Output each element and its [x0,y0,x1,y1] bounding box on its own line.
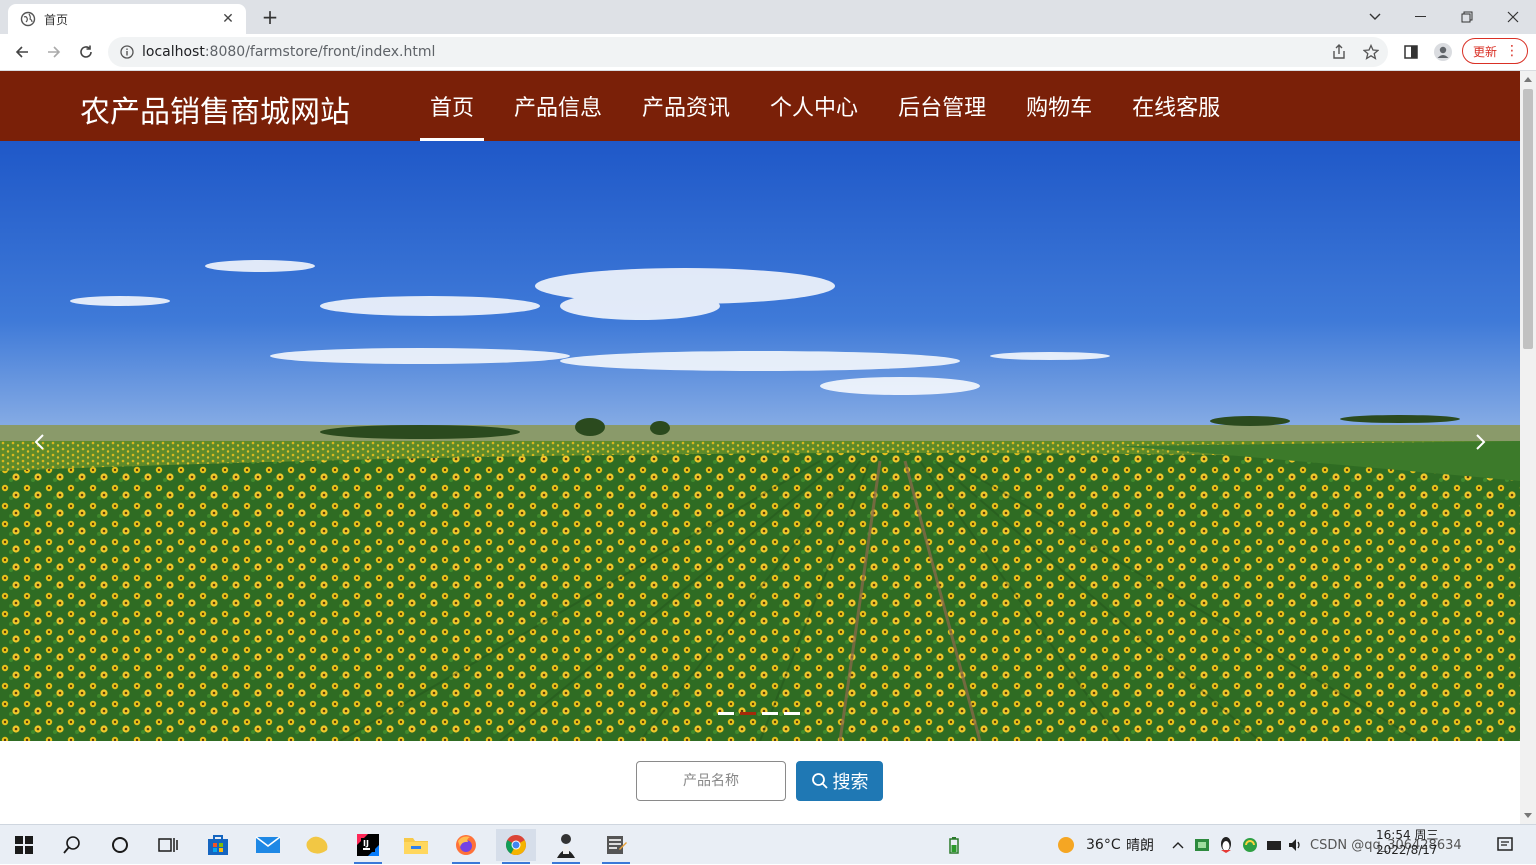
browser-tab[interactable]: 首页 ✕ [8,4,246,34]
search-icon [811,773,828,789]
product-name-input[interactable] [636,761,786,801]
menu-dots-icon: ⋮ [1505,43,1519,59]
notification-icon[interactable] [1490,829,1520,861]
carousel-dot[interactable] [762,712,778,715]
firefox-icon[interactable] [446,829,486,864]
side-panel-icon[interactable] [1400,41,1422,63]
bookmark-star-icon[interactable] [1360,41,1382,63]
search-button[interactable]: 搜索 [796,761,883,801]
nav-item-2[interactable]: 产品资讯 [622,71,750,141]
task-view-icon[interactable] [148,829,188,861]
folder-app-icon[interactable] [298,829,338,861]
intellij-idea-icon[interactable]: IJ [348,829,388,864]
browser-tab-bar: 首页 ✕ + [0,0,1536,34]
carousel-dot[interactable] [784,712,800,715]
volume-icon[interactable] [1286,829,1306,861]
reload-icon[interactable] [74,40,98,64]
weather-temp[interactable]: 36°C [1086,825,1121,865]
tab-search-chevron-icon[interactable] [1352,0,1398,34]
restore-icon[interactable] [1444,0,1490,34]
main-nav: 首页 产品信息 产品资讯 个人中心 后台管理 购物车 在线客服 [410,71,1240,141]
site-logo[interactable]: 农产品销售商城网站 [80,87,350,131]
nav-item-5[interactable]: 购物车 [1006,71,1112,141]
carousel-next-icon[interactable] [1464,425,1498,459]
nav-item-4[interactable]: 后台管理 [878,71,1006,141]
chrome-icon[interactable] [496,829,536,864]
profile-avatar-icon[interactable] [1432,41,1454,63]
system-clock[interactable]: 16:54 周三 2022/8/17 [1376,828,1438,858]
site-header: 农产品销售商城网站 首页 产品信息 产品资讯 个人中心 后台管理 购物车 在线客服 [0,71,1520,141]
os-taskbar: IJ 36°C 晴朗 CSDN @qq_306428634 16:54 周三 2… [0,824,1536,864]
update-button[interactable]: 更新 ⋮ [1462,38,1528,64]
back-arrow-icon[interactable] [10,40,34,64]
person-app-icon[interactable] [546,829,586,864]
scroll-down-icon[interactable] [1524,813,1532,818]
nav-item-0[interactable]: 首页 [410,71,494,141]
nav-item-6[interactable]: 在线客服 [1112,71,1240,141]
nav-item-3[interactable]: 个人中心 [750,71,878,141]
carousel-dot[interactable] [718,712,734,715]
update-label: 更新 [1473,44,1498,59]
file-explorer-icon[interactable] [396,829,436,861]
browser-toolbar: localhost:8080/farmstore/front/index.htm… [0,34,1536,71]
address-bar[interactable]: localhost:8080/farmstore/front/index.htm… [108,37,1388,67]
share-icon[interactable] [1328,41,1350,63]
clock-time: 16:54 周三 [1376,828,1439,842]
search-button-label: 搜索 [832,772,869,792]
mail-icon[interactable] [248,829,288,861]
windows-start-icon[interactable] [4,829,44,861]
new-tab-icon[interactable]: + [258,6,282,28]
qq-penguin-icon[interactable] [1214,829,1238,861]
weather-desc[interactable]: 晴朗 [1126,825,1154,865]
clock-date: 2022/8/17 [1376,843,1438,857]
hero-carousel[interactable] [0,141,1520,741]
weather-sun-icon [1046,829,1086,861]
carousel-prev-icon[interactable] [22,425,56,459]
scroll-up-icon[interactable] [1524,77,1532,82]
search-taskbar-icon[interactable] [52,829,92,861]
scroll-thumb[interactable] [1523,89,1533,349]
minimize-icon[interactable] [1398,0,1444,34]
nav-item-1[interactable]: 产品信息 [494,71,622,141]
sync-tray-icon[interactable] [1238,829,1262,861]
search-bar: 搜索 [636,761,883,801]
globe-icon [20,11,36,27]
url-text: localhost:8080/farmstore/front/index.htm… [142,44,436,60]
close-tab-icon[interactable]: ✕ [220,11,236,27]
battery-tray-icon[interactable] [934,829,974,861]
notepad-app-icon[interactable] [596,829,636,864]
tab-title: 首页 [44,12,69,27]
site-info-icon[interactable] [120,45,134,59]
carousel-dot[interactable] [740,712,756,715]
keyboard-tray-icon[interactable] [1262,829,1286,861]
carousel-indicators [718,712,800,715]
cortana-icon[interactable] [100,829,140,861]
tray-app-green-icon[interactable] [1190,829,1214,861]
sunflower-field-image [0,141,1520,741]
page-scrollbar[interactable] [1520,71,1536,824]
store-icon[interactable] [198,829,238,861]
close-window-icon[interactable] [1490,0,1536,34]
forward-arrow-icon[interactable] [42,40,66,64]
tray-overflow-chevron-icon[interactable] [1172,825,1184,865]
svg-text:IJ: IJ [363,839,369,848]
